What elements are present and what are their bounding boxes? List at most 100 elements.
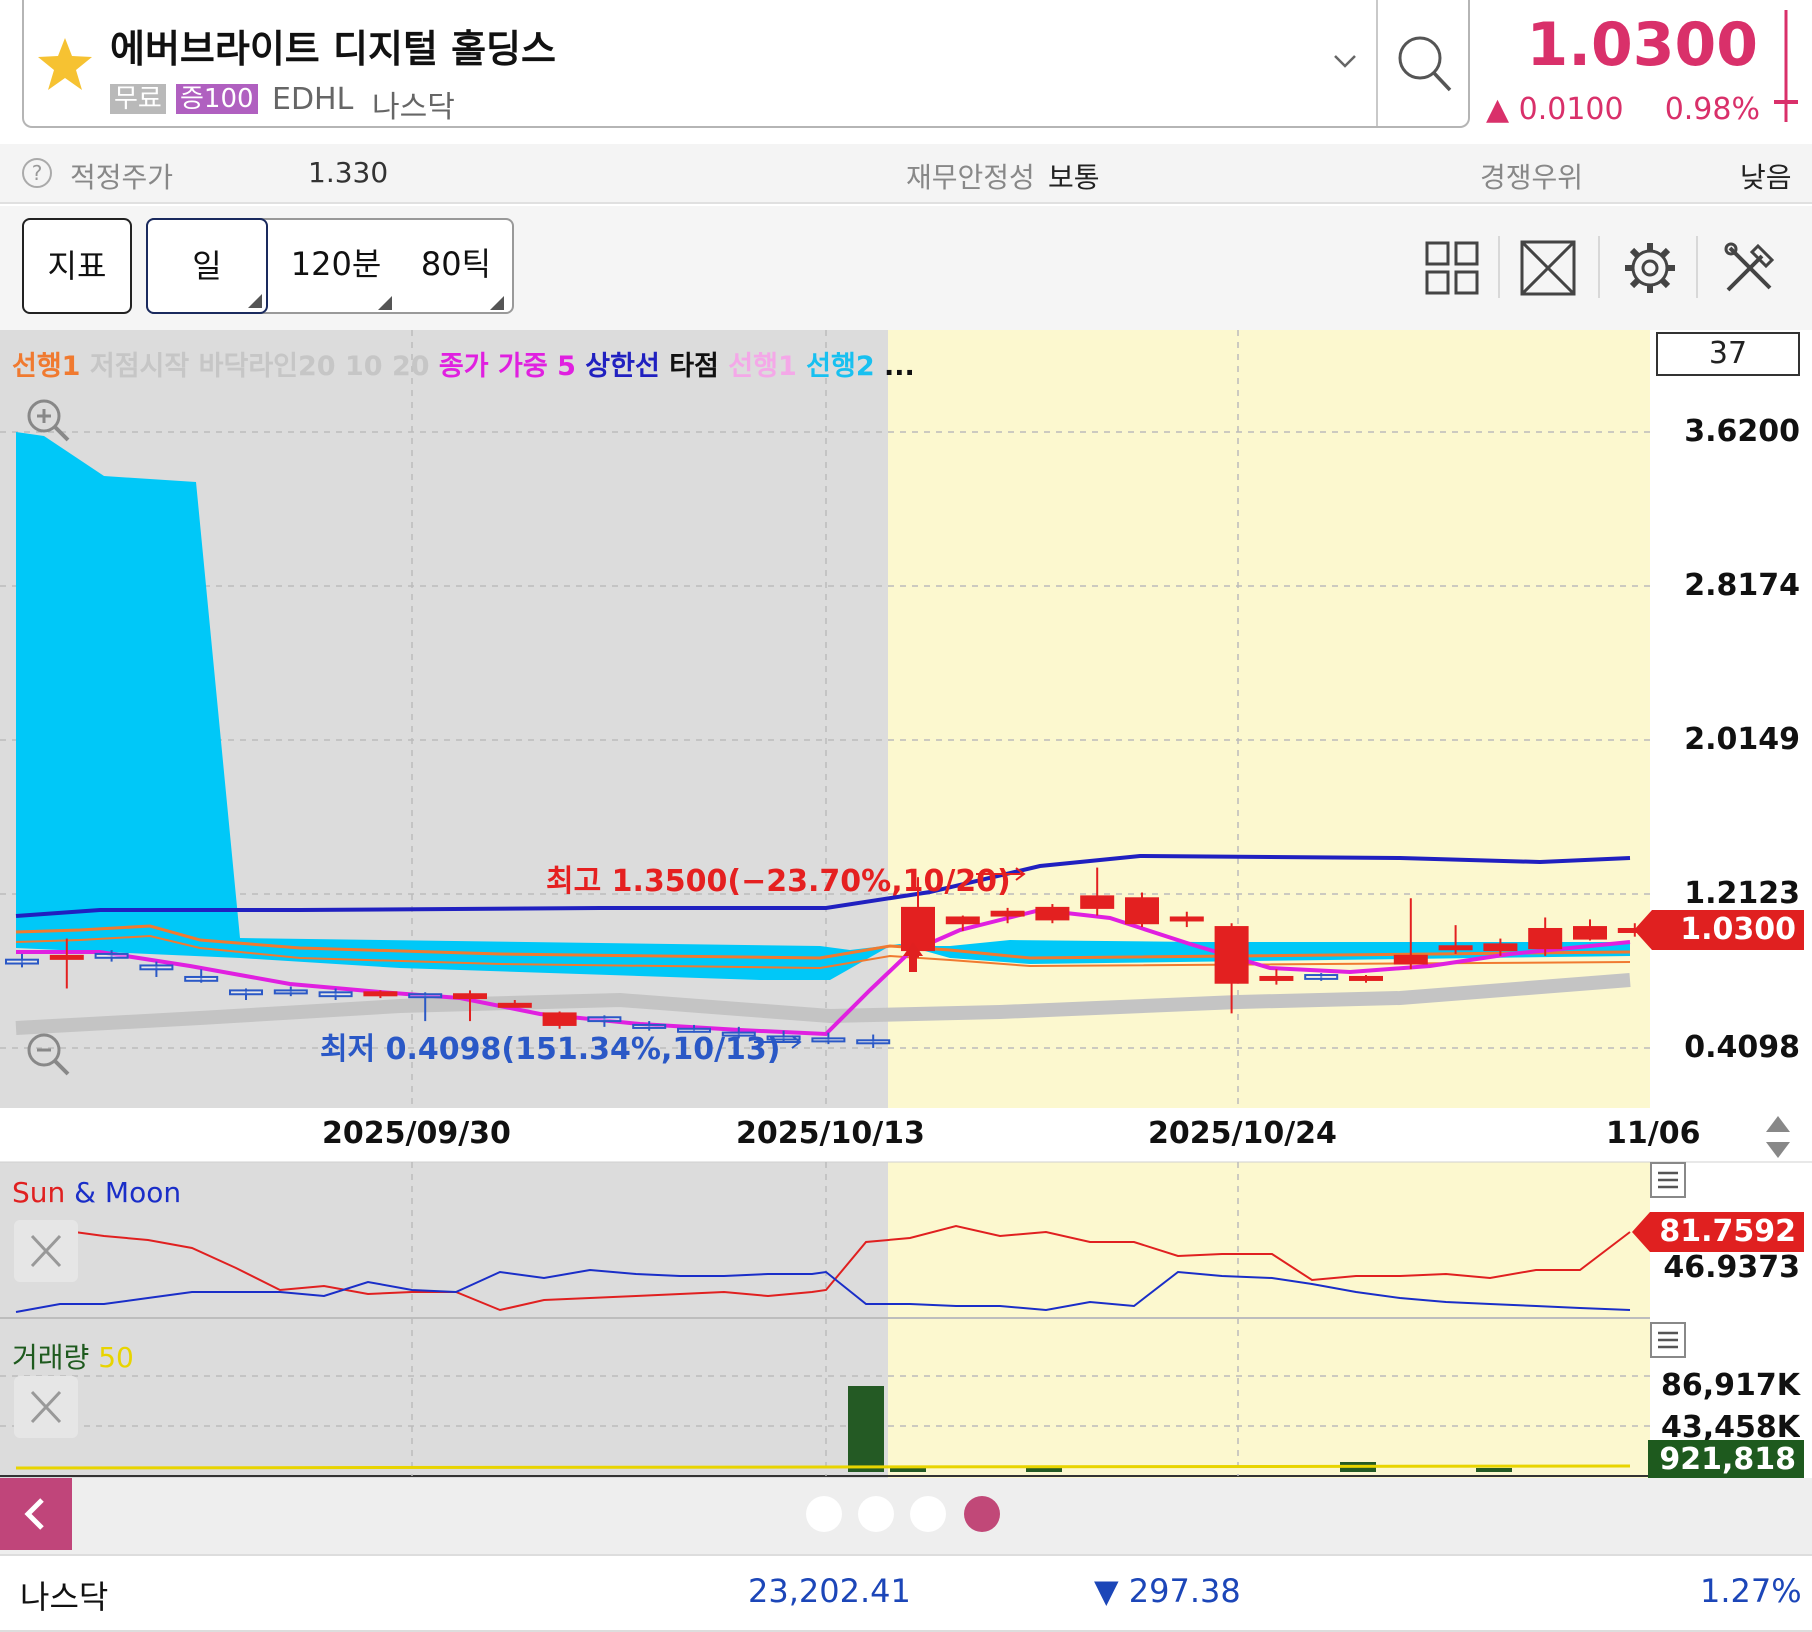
scroll-up-down-icon[interactable]	[1760, 1114, 1796, 1160]
settings-gear-icon[interactable]	[1622, 240, 1678, 296]
divider	[1376, 0, 1378, 126]
index-change: ▼ 297.38	[1094, 1572, 1241, 1610]
low-price-annotation: 최저 0.4098(151.34%,10/13)	[320, 1032, 781, 1067]
zoom-in-icon[interactable]	[24, 396, 74, 446]
candle-body	[1483, 943, 1518, 952]
chevron-down-icon[interactable]	[1332, 52, 1358, 70]
tools-wrench-icon[interactable]	[1722, 240, 1778, 296]
current-price-tag: 1.0300	[1634, 910, 1804, 950]
candle-body	[1080, 895, 1115, 909]
free-badge: 무료	[110, 84, 166, 114]
candle-body	[1214, 926, 1249, 984]
legend-item[interactable]: 저점시작 바닥라인20 10 20	[90, 351, 439, 382]
help-icon[interactable]: ?	[22, 158, 52, 188]
candle-body	[901, 906, 935, 952]
amp-label: &	[74, 1176, 97, 1209]
page-dot[interactable]	[806, 1496, 842, 1532]
close-icon[interactable]	[14, 1376, 78, 1438]
sun-value-tag: 81.7592	[1632, 1212, 1804, 1252]
period-80tick-label: 80틱	[420, 245, 492, 283]
y-tick-label: 2.8174	[1684, 568, 1800, 603]
sunmoon-title: Sun & Moon	[12, 1176, 181, 1209]
menu-icon[interactable]	[1650, 1322, 1686, 1358]
volume-value-tag: 921,818	[1648, 1440, 1804, 1480]
candle-body	[408, 993, 443, 999]
legend-item[interactable]: 선행2	[806, 351, 884, 382]
favorite-star-icon[interactable]	[36, 36, 94, 92]
period-day-label: 일	[192, 247, 222, 285]
y-tick-label: 3.6200	[1684, 414, 1800, 449]
stock-chart[interactable]	[0, 330, 1812, 1478]
candle-body	[273, 989, 308, 995]
page-dot[interactable]	[910, 1496, 946, 1532]
x-tick-label: 11/06	[1606, 1116, 1701, 1151]
close-icon[interactable]	[14, 1220, 78, 1282]
volume-title: 거래량 50	[12, 1336, 134, 1376]
high-price-annotation: 최고 1.3500(−23.70%,10/20)	[546, 864, 1011, 899]
price-change-percent: 0.98%	[1664, 92, 1760, 127]
volume-bar	[1476, 1468, 1512, 1472]
candle-body	[184, 975, 219, 982]
menu-icon[interactable]	[1650, 1162, 1686, 1198]
candle-body	[1349, 975, 1383, 981]
volume-mid-label: 43,458K	[1660, 1410, 1800, 1444]
candle-body	[497, 1002, 532, 1008]
candle-body	[363, 991, 398, 997]
indicator-legend[interactable]: 선행1 저점시작 바닥라인20 10 20 종가 가중 5 상한선 타점 선행1…	[12, 344, 915, 383]
x-tick-label: 2025/09/30	[322, 1116, 511, 1151]
candle-body	[318, 991, 353, 998]
page-dot-active[interactable]	[964, 1496, 1000, 1532]
volume-bar	[890, 1468, 926, 1472]
period-80tick-button[interactable]: 80틱	[404, 218, 508, 314]
legend-item[interactable]: 타점	[669, 351, 728, 382]
page-indicator-bar	[0, 1478, 1812, 1554]
zoom-out-icon[interactable]	[24, 1030, 74, 1080]
legend-item[interactable]: 종가 가중 5	[439, 351, 585, 382]
volume-max-label: 86,917K	[1660, 1368, 1800, 1403]
divider	[1498, 236, 1500, 298]
fair-price-value: 1.330	[308, 156, 389, 189]
volume-bar	[1026, 1468, 1062, 1472]
legend-item[interactable]: ...	[884, 351, 915, 382]
period-120min-button[interactable]: 120분	[276, 218, 396, 314]
fair-price-label: 적정주가	[70, 161, 174, 194]
candle-body	[229, 989, 263, 996]
candle-body	[49, 954, 84, 960]
period-day-button[interactable]: 일	[146, 218, 268, 314]
candle-body	[1304, 974, 1339, 980]
index-name: 나스닥	[20, 1578, 109, 1616]
indicator-button[interactable]: 지표	[22, 218, 132, 314]
financial-stability-value: 보통	[1048, 161, 1100, 194]
competitive-advantage-value: 낮음	[1740, 161, 1792, 194]
volume-ma-50-line	[15, 1464, 1631, 1470]
previous-button[interactable]	[0, 1478, 72, 1550]
legend-item[interactable]: 상한선	[585, 351, 669, 382]
period-120min-label: 120분	[290, 245, 382, 283]
legend-item[interactable]: 선행1	[728, 351, 806, 382]
volume-bar	[848, 1386, 884, 1472]
moon-label: Moon	[104, 1176, 182, 1209]
x-tick-label: 2025/10/13	[736, 1116, 925, 1151]
fullscreen-expand-icon[interactable]	[1520, 240, 1576, 296]
candle-body	[1169, 916, 1204, 922]
layout-grid-icon[interactable]	[1424, 240, 1480, 296]
search-icon[interactable]	[1394, 30, 1454, 96]
y-tick-label: 2.0149	[1684, 722, 1800, 757]
candle-body	[94, 952, 129, 959]
chevron-left-icon	[24, 1498, 44, 1530]
stock-name[interactable]: 에버브라이트 디지털 홀딩스	[110, 18, 556, 73]
price-change: ▲ 0.0100	[1486, 92, 1624, 127]
candle-body	[945, 916, 980, 925]
y-tick-label: 0.4098	[1684, 1030, 1800, 1065]
divider	[1696, 236, 1698, 298]
y-tick-label: 1.2123	[1684, 876, 1800, 911]
page-dot[interactable]	[858, 1496, 894, 1532]
visible-candle-count[interactable]: 37	[1656, 332, 1800, 376]
candle-body	[990, 910, 1025, 917]
candle-body	[856, 1039, 891, 1045]
candle-body	[453, 993, 487, 1000]
candle-body	[1035, 906, 1070, 921]
day-range-candle-icon	[1774, 10, 1798, 122]
market-name: 나스닥	[372, 90, 455, 125]
legend-item[interactable]: 선행1	[12, 351, 90, 382]
